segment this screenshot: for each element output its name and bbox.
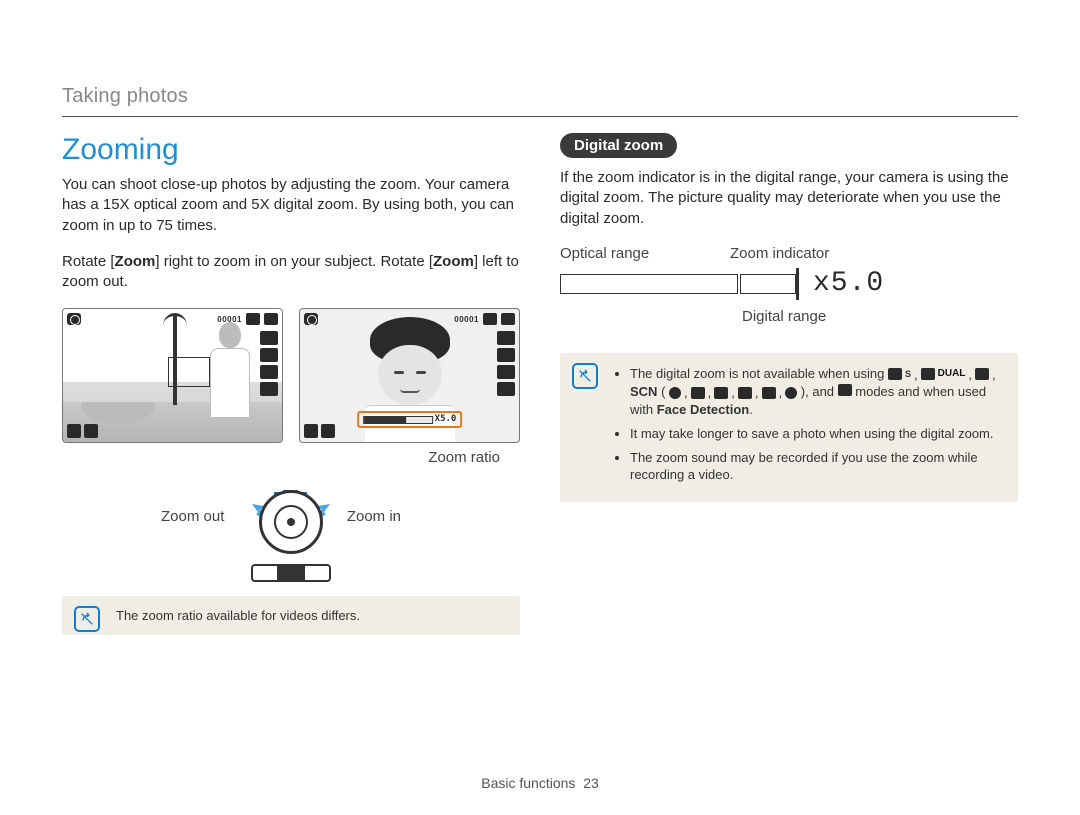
storage-icon: [246, 313, 260, 325]
face-detection-label: Face Detection: [657, 402, 749, 417]
flash-icon: [497, 365, 515, 379]
note-list-item: The digital zoom is not available when u…: [630, 365, 1004, 419]
footer-section: Basic functions: [481, 775, 575, 791]
lcd-illustrations: 00001: [62, 308, 520, 443]
battery-icon: [501, 313, 515, 325]
optical-range-label: Optical range: [560, 245, 730, 262]
setting-icon: [260, 382, 278, 396]
note-list-item: The zoom sound may be recorded if you us…: [630, 449, 1004, 484]
quality-icon: [260, 348, 278, 362]
fireworks-icon: [785, 387, 797, 399]
dial-base-icon: [251, 564, 331, 582]
zoom-indicator-label: Zoom indicator: [730, 245, 910, 262]
zoom-keyword: Zoom: [433, 253, 474, 270]
zoom-indicator-diagram: Optical range Zoom indicator x5.0 Digita…: [560, 245, 910, 325]
zoom-ratio-indicator-highlight: X5.0: [357, 411, 463, 428]
setting-icon: [497, 382, 515, 396]
zoom-value-readout: x5.0: [813, 270, 884, 298]
footer-page-number: 23: [583, 775, 599, 791]
digital-zoom-paragraph: If the zoom indicator is in the digital …: [560, 168, 1018, 229]
camera-mode-icon: [304, 313, 318, 325]
storage-icon: [483, 313, 497, 325]
beauty-mode-icon: [975, 368, 989, 380]
mode-icon: [84, 424, 98, 438]
text-icon: [762, 387, 776, 399]
note-box-digital-zoom: The digital zoom is not available when u…: [560, 353, 1018, 502]
zoom-ratio-label: Zoom ratio: [428, 449, 500, 466]
mode-icons-group: S, DUAL, ,: [888, 366, 996, 384]
dual-mode-icon: [921, 368, 935, 380]
smart-mode-icon: [888, 368, 902, 380]
digital-range-label: Digital range: [742, 308, 910, 325]
lcd-wide-view: 00001: [62, 308, 283, 443]
text: The digital zoom is not available when u…: [630, 366, 888, 381]
zoom-keyword: Zoom: [115, 253, 156, 270]
size-icon: [260, 331, 278, 345]
note-text: The zoom ratio available for videos diff…: [116, 608, 360, 623]
digital-zoom-heading: Digital zoom: [560, 133, 677, 158]
text: ), and: [801, 384, 838, 399]
movie-mode-icon: [838, 384, 852, 396]
left-column: Zooming You can shoot close-up photos by…: [62, 133, 520, 785]
page-footer: Basic functions 23: [0, 775, 1080, 791]
scn-icons-group: , , , , ,: [669, 384, 797, 402]
zoom-out-label: Zoom out: [161, 508, 224, 525]
closeup-icon: [738, 387, 752, 399]
ois-icon: [304, 424, 318, 438]
portrait-icon: [691, 387, 705, 399]
mode-icon: [321, 424, 335, 438]
instruction-paragraph: Rotate [Zoom] right to zoom in on your s…: [62, 252, 520, 293]
quality-icon: [497, 348, 515, 362]
note-list-item: It may take longer to save a photo when …: [630, 425, 1004, 443]
dual-label: DUAL: [938, 368, 966, 380]
lcd-zoomed-view: X5.0 00001: [299, 308, 520, 443]
divider: [62, 116, 1018, 117]
manual-page: Taking photos Zooming You can shoot clos…: [0, 0, 1080, 815]
intro-paragraph: You can shoot close-up photos by adjusti…: [62, 175, 520, 236]
right-column: Digital zoom If the zoom indicator is in…: [560, 133, 1018, 785]
zoom-dial-diagram: Zoom out Zoom in: [151, 466, 431, 570]
two-column-layout: Zooming You can shoot close-up photos by…: [62, 133, 1018, 785]
scn-label: SCN: [630, 384, 657, 399]
frame-counter: 00001: [454, 315, 479, 324]
size-icon: [497, 331, 515, 345]
digital-range-bar: [740, 274, 796, 294]
zoom-ring-icon: [259, 490, 323, 554]
zoom-ratio-value: X5.0: [435, 415, 457, 424]
optical-range-bar: [560, 274, 738, 294]
children-icon: [714, 387, 728, 399]
page-title: Zooming: [62, 133, 520, 167]
text: .: [749, 402, 753, 417]
camera-mode-icon: [67, 313, 81, 325]
text: ] right to zoom in on your subject. Rota…: [155, 253, 433, 270]
flash-icon: [260, 365, 278, 379]
zoom-in-label: Zoom in: [347, 508, 401, 525]
note-box-videos: The zoom ratio available for videos diff…: [62, 596, 520, 635]
focus-frame-icon: [168, 357, 210, 387]
ois-icon: [67, 424, 81, 438]
note-icon: [572, 363, 598, 389]
breadcrumb-section: Taking photos: [62, 85, 1018, 108]
battery-icon: [264, 313, 278, 325]
text: (: [661, 384, 669, 399]
note-icon: [74, 606, 100, 632]
night-icon: [669, 387, 681, 399]
text: Rotate [: [62, 253, 115, 270]
frame-counter: 00001: [217, 315, 242, 324]
indicator-mark-icon: [796, 268, 799, 300]
